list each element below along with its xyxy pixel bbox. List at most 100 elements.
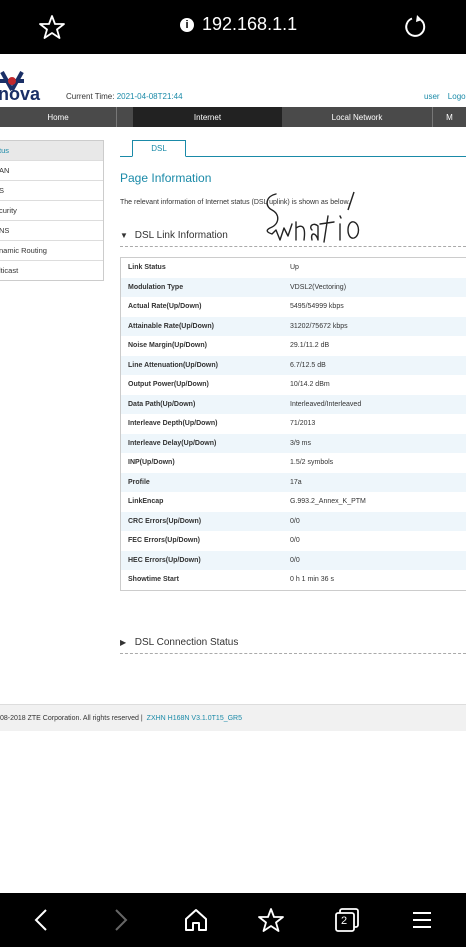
home-icon[interactable]	[183, 907, 209, 933]
browser-top-bar: i 192.168.1.1	[0, 0, 466, 54]
menu-icon[interactable]	[409, 907, 435, 933]
row-value: 10/14.2 dBm	[290, 381, 330, 389]
table-row: INP(Up/Down) 1.5/2 symbols	[121, 453, 466, 473]
logout-link[interactable]: Logou	[448, 92, 466, 101]
row-value: 0/0	[290, 517, 300, 525]
table-row: Noise Margin(Up/Down) 29.1/11.2 dB	[121, 336, 466, 356]
back-icon[interactable]	[29, 907, 55, 933]
tab-dsl[interactable]: DSL	[132, 140, 186, 157]
table-row: Profile 17a	[121, 472, 466, 492]
section-title: DSL Link Information	[134, 230, 228, 241]
section-dsl-connection-status[interactable]: ▶ DSL Connection Status	[120, 637, 466, 654]
row-value: 6.7/12.5 dB	[290, 361, 326, 369]
row-key: Line Attenuation(Up/Down)	[128, 361, 218, 369]
row-key: Interleave Depth(Up/Down)	[128, 420, 218, 428]
footer: 08-2018 ZTE Corporation. All rights rese…	[0, 704, 466, 731]
row-key: Showtime Start	[128, 576, 179, 584]
firmware-version: ZXHN H168N V3.1.0T15_GR5	[146, 714, 242, 722]
browser-bottom-bar: 2	[0, 893, 466, 947]
sidebar-item-ddns[interactable]: NS	[0, 221, 103, 241]
table-row: FEC Errors(Up/Down) 0/0	[121, 531, 466, 551]
row-value: 3/9 ms	[290, 439, 312, 447]
table-row: LinkEncap G.993.2_Annex_K_PTM	[121, 492, 466, 512]
row-value: VDSL2(Vectoring)	[290, 283, 347, 291]
tab-bar: DSL	[120, 140, 466, 157]
row-value: 31202/75672 kbps	[290, 322, 348, 330]
row-key: HEC Errors(Up/Down)	[128, 556, 201, 564]
row-key: FEC Errors(Up/Down)	[128, 537, 200, 545]
section-title: DSL Connection Status	[134, 637, 239, 648]
expanded-triangle-icon: ▼	[120, 231, 128, 240]
table-row: Attainable Rate(Up/Down) 31202/75672 kbps	[121, 316, 466, 336]
info-icon[interactable]: i	[180, 17, 194, 32]
bookmark-star-icon[interactable]	[39, 14, 65, 40]
nav-more[interactable]: M	[433, 107, 466, 127]
row-value: G.993.2_Annex_K_PTM	[290, 498, 366, 506]
row-key: Profile	[128, 478, 150, 486]
sidebar-item-multicast[interactable]: lticast	[0, 261, 103, 280]
table-row: Showtime Start 0 h 1 min 36 s	[121, 570, 466, 590]
user-link[interactable]: user	[424, 92, 440, 101]
row-key: Interleave Delay(Up/Down)	[128, 439, 217, 447]
row-value: 1.5/2 symbols	[290, 459, 334, 467]
address-bar[interactable]: i 192.168.1.1	[180, 14, 297, 35]
row-key: Attainable Rate(Up/Down)	[128, 322, 214, 330]
row-key: Data Path(Up/Down)	[128, 400, 196, 408]
sidebar-item-wan[interactable]: AN	[0, 161, 103, 181]
row-key: LinkEncap	[128, 498, 164, 506]
section-dsl-link-info[interactable]: ▼ DSL Link Information	[120, 230, 466, 247]
row-key: Modulation Type	[128, 283, 184, 291]
tabs-button[interactable]: 2	[334, 907, 360, 933]
main-nav: Home Internet Local Network M	[0, 107, 466, 127]
table-row: Link Status Up	[121, 258, 466, 278]
row-value: 71/2013	[290, 420, 316, 428]
current-time-value: 2021-04-08T21:44	[116, 92, 183, 101]
row-key: INP(Up/Down)	[128, 459, 175, 467]
nav-local-network[interactable]: Local Network	[282, 107, 432, 127]
table-row: CRC Errors(Up/Down) 0/0	[121, 511, 466, 531]
reload-icon[interactable]	[402, 14, 428, 40]
row-key: CRC Errors(Up/Down)	[128, 517, 202, 525]
table-row: Interleave Delay(Up/Down) 3/9 ms	[121, 433, 466, 453]
row-key: Noise Margin(Up/Down)	[128, 342, 207, 350]
row-value: 29.1/11.2 dB	[290, 342, 330, 350]
tab-count: 2	[341, 915, 348, 927]
row-value: 17a	[290, 478, 302, 486]
dsl-link-table: Link Status Up Modulation Type VDSL2(Vecto…	[120, 257, 466, 591]
nav-home[interactable]: Home	[0, 107, 116, 127]
current-time: Current Time: 2021-04-08T21:44	[66, 92, 183, 101]
row-value: 5495/54999 kbps	[290, 303, 344, 311]
sidebar-item-dynamic-routing[interactable]: namic Routing	[0, 241, 103, 261]
row-value: 0/0	[290, 556, 300, 564]
router-page: nova Current Time: 2021-04-08T21:44 user…	[0, 54, 466, 893]
collapsed-triangle-icon: ▶	[120, 638, 127, 647]
sidebar-item-status[interactable]: tus	[0, 141, 103, 161]
current-time-label: Current Time:	[66, 92, 115, 101]
page-title: Page Information	[120, 171, 212, 185]
table-row: Actual Rate(Up/Down) 5495/54999 kbps	[121, 297, 466, 317]
row-value: Interleaved/Interleaved	[290, 400, 362, 408]
row-key: Actual Rate(Up/Down)	[128, 303, 202, 311]
sidebar: tus AN S curity NS namic Routing lticast	[0, 140, 104, 281]
row-key: Output Power(Up/Down)	[128, 381, 209, 389]
bookmarks-icon[interactable]	[258, 907, 284, 933]
table-row: Line Attenuation(Up/Down) 6.7/12.5 dB	[121, 355, 466, 375]
sidebar-item-security[interactable]: curity	[0, 201, 103, 221]
row-value: 0/0	[290, 537, 300, 545]
table-row: Interleave Depth(Up/Down) 71/2013	[121, 414, 466, 434]
user-links: user Logou	[424, 92, 466, 101]
row-value: Up	[290, 264, 299, 272]
table-row: HEC Errors(Up/Down) 0/0	[121, 550, 466, 570]
sidebar-item-qos[interactable]: S	[0, 181, 103, 201]
nav-internet[interactable]: Internet	[133, 107, 282, 127]
row-key: Link Status	[128, 264, 166, 272]
forward-icon[interactable]	[107, 907, 133, 933]
table-row: Output Power(Up/Down) 10/14.2 dBm	[121, 375, 466, 395]
logo-text: nova	[0, 84, 41, 104]
table-row: Modulation Type VDSL2(Vectoring)	[121, 277, 466, 297]
url-text: 192.168.1.1	[202, 14, 298, 34]
copyright-text: 08-2018 ZTE Corporation. All rights rese…	[0, 714, 143, 722]
table-row: Data Path(Up/Down) Interleaved/Interleave…	[121, 394, 466, 414]
row-value: 0 h 1 min 36 s	[290, 576, 334, 584]
